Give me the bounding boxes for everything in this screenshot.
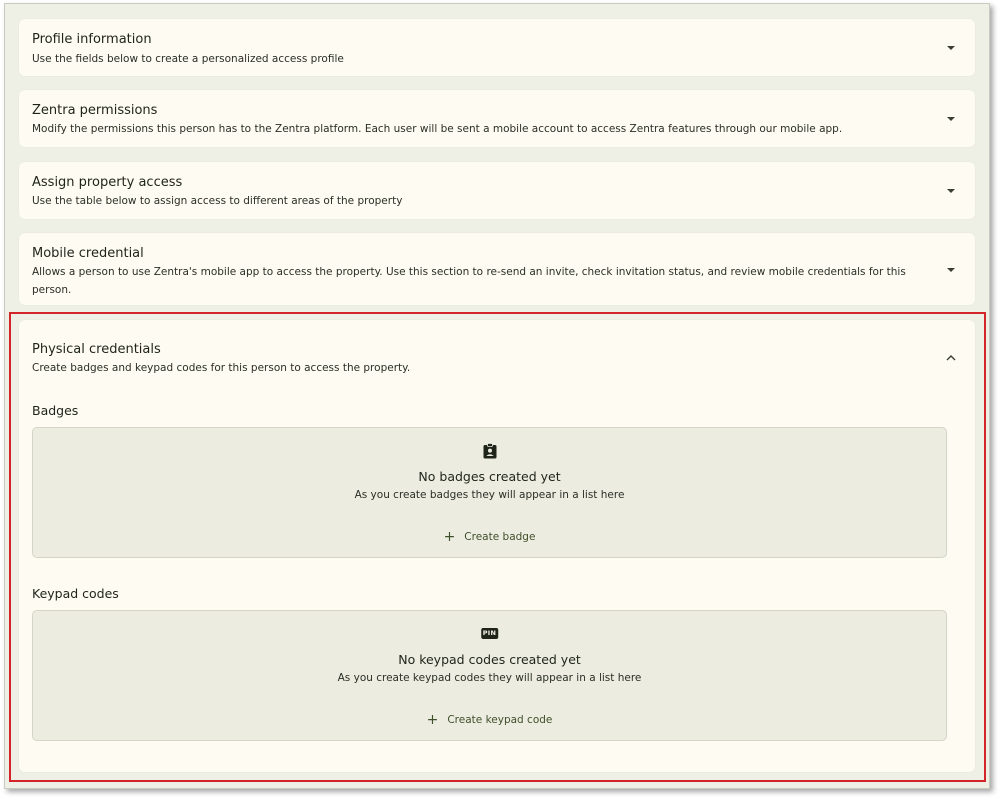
plus-icon: + <box>426 712 439 728</box>
section-mobile-credential[interactable]: Mobile credential Allows a person to use… <box>19 233 975 305</box>
badges-empty-title: No badges created yet <box>418 469 561 484</box>
section-description: Allows a person to use Zentra's mobile a… <box>32 266 906 296</box>
pin-icon: PIN <box>480 628 499 639</box>
section-title: Profile information <box>32 32 152 47</box>
section-title[interactable]: Physical credentials <box>32 342 161 357</box>
section-description: Modify the permissions this person has t… <box>32 123 843 135</box>
chevron-down-icon[interactable] <box>945 185 957 197</box>
section-description: Use the table below to assign access to … <box>32 195 403 207</box>
create-keypad-code-button[interactable]: + Create keypad code <box>426 712 553 728</box>
section-title: Zentra permissions <box>32 103 158 118</box>
chevron-up-icon[interactable] <box>945 351 957 363</box>
badges-empty-subtitle: As you create badges they will appear in… <box>354 489 625 501</box>
chevron-down-icon[interactable] <box>945 42 957 54</box>
section-physical-credentials: Physical credentials Create badges and k… <box>19 320 975 772</box>
badges-heading: Badges <box>32 403 79 418</box>
section-assign-property-access[interactable]: Assign property access Use the table bel… <box>19 162 975 219</box>
create-badge-label: Create badge <box>464 531 536 543</box>
plus-icon: + <box>443 529 456 545</box>
section-description: Use the fields below to create a persona… <box>32 53 344 65</box>
section-zentra-permissions[interactable]: Zentra permissions Modify the permission… <box>19 90 975 147</box>
chevron-down-icon[interactable] <box>945 113 957 125</box>
section-title: Mobile credential <box>32 246 144 261</box>
keypad-empty-title: No keypad codes created yet <box>398 652 581 667</box>
keypad-codes-heading: Keypad codes <box>32 586 119 601</box>
create-badge-button[interactable]: + Create badge <box>443 529 536 545</box>
section-description: Create badges and keypad codes for this … <box>32 362 411 374</box>
section-profile-information[interactable]: Profile information Use the fields below… <box>19 19 975 76</box>
badge-icon <box>483 443 497 463</box>
keypad-empty-state: PIN No keypad codes created yet As you c… <box>32 610 947 741</box>
section-title: Assign property access <box>32 175 183 190</box>
chevron-down-icon[interactable] <box>945 264 957 276</box>
create-keypad-code-label: Create keypad code <box>447 714 553 726</box>
keypad-empty-subtitle: As you create keypad codes they will app… <box>337 672 642 684</box>
badges-empty-state: No badges created yet As you create badg… <box>32 427 947 558</box>
